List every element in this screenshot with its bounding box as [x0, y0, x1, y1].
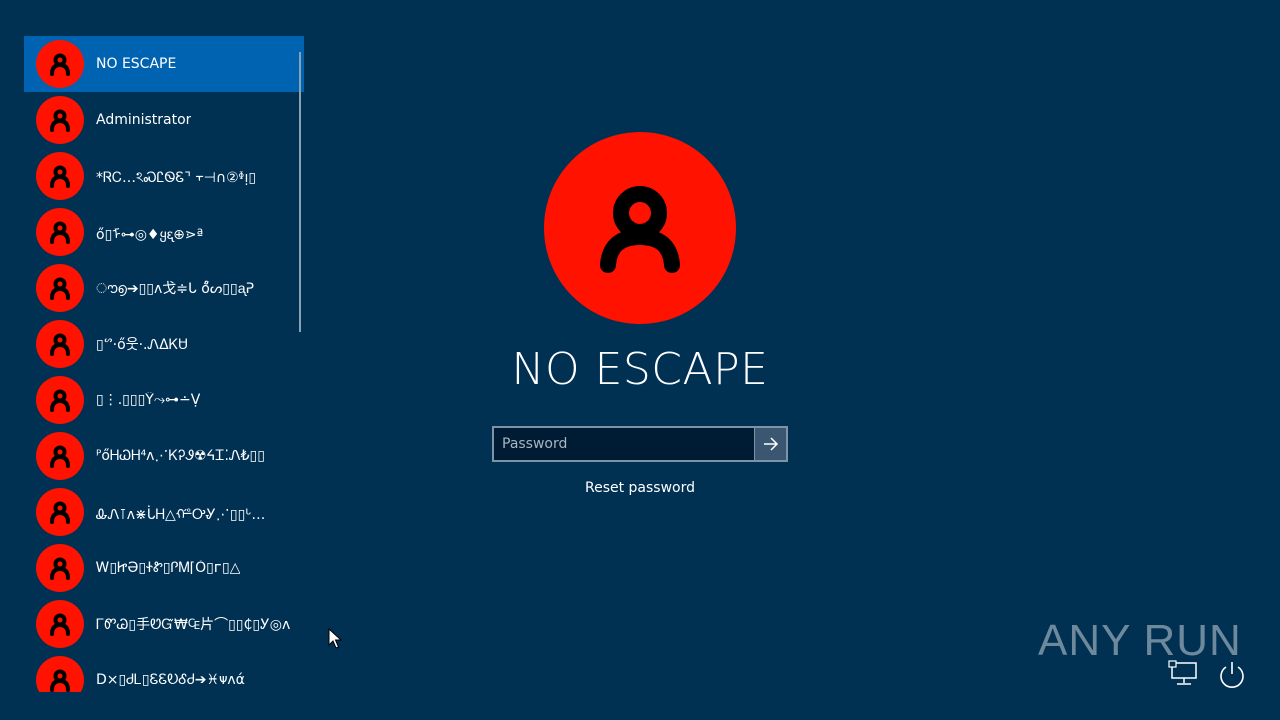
user-avatar [36, 320, 84, 368]
user-name: D⨯▯ᏧᏞ▯ᏋᏋᎧᎴᏧ➔♓ᴪᴧά [96, 672, 245, 688]
user-item[interactable]: Ꮃ▯ᏥӘ▯ᏐᏑ▯ᎵᎷ⌈Ò▯ᴦ▯△ [24, 540, 304, 596]
user-avatar [36, 432, 84, 480]
user-name: ᎲᏁ⊺ᴧ⋇ᒑᎻ△ᢚᎤᎽ⋰▯▯ᒡ… [96, 507, 266, 523]
user-figure-icon [50, 669, 70, 692]
user-avatar [36, 96, 84, 144]
user-figure-icon [50, 221, 70, 244]
user-name: NO ESCAPE [96, 56, 177, 72]
user-name: ᎱᏛᏊ▯手ᏬᏳ₩₠片⌒▯▯₵▯Ꭹ◎ᴧ [96, 617, 291, 633]
user-figure-icon [50, 445, 70, 468]
user-item[interactable]: ▯⋮.▯▯▯Ŷ⤳⊶∸Ṿ [24, 372, 304, 428]
network-button[interactable] [1168, 660, 1200, 688]
mouse-cursor-icon [328, 628, 342, 649]
user-figure-icon [600, 186, 680, 273]
user-list-scrollbar[interactable] [299, 52, 301, 332]
user-avatar [36, 656, 84, 692]
user-name: Administrator [96, 112, 192, 128]
user-name: ő▯ᠮ⊶◎♦ყᶓ⊕⋗ª [96, 227, 204, 243]
user-item[interactable]: *ᏒᏟ…ঽᏍᏝᏫᏋ⌝ ᠇⊣∩②ᶲᴉ▯ [24, 148, 304, 204]
user-avatar [36, 40, 84, 88]
user-item[interactable]: ൗ൭➔▯▯ᴧ戈≑ᒐ ő̊ᔕ▯▯ᶏᕈ [24, 260, 304, 316]
account-title: NO ESCAPE [511, 344, 769, 395]
network-icon [1168, 660, 1197, 685]
user-figure-icon [50, 333, 70, 356]
user-item[interactable]: ᎲᏁ⊺ᴧ⋇ᒑᎻ△ᢚᎤᎽ⋰▯▯ᒡ… [24, 484, 304, 540]
user-item-administrator[interactable]: Administrator [24, 92, 304, 148]
user-figure-icon [50, 557, 70, 580]
user-figure-icon [50, 53, 70, 76]
reset-password-link[interactable]: Reset password [540, 480, 740, 496]
user-avatar [36, 152, 84, 200]
user-avatar [36, 544, 84, 592]
user-figure-icon [50, 109, 70, 132]
user-name: ᴾőᎻᏇᎻ⁴ᴧ⋰ᏦᎮᏭ☢ᔦᏆ⁚Ꮑ₺▯▯ [96, 448, 265, 464]
user-avatar [36, 488, 84, 536]
user-figure-icon [50, 613, 70, 636]
user-name: Ꮃ▯ᏥӘ▯ᏐᏑ▯ᎵᎷ⌈Ò▯ᴦ▯△ [96, 560, 241, 576]
user-name: ▯ᔥ·ő웃·.ᏁᐃᏦᏌ [96, 337, 188, 353]
watermark-left-text: ANY [1038, 616, 1132, 665]
user-item[interactable]: D⨯▯ᏧᏞ▯ᏋᏋᎧᎴᏧ➔♓ᴪᴧά [24, 652, 304, 692]
power-button[interactable] [1216, 660, 1248, 690]
user-item[interactable]: ▯ᔥ·ő웃·.ᏁᐃᏦᏌ [24, 316, 304, 372]
user-figure-icon [50, 165, 70, 188]
user-figure-icon [50, 501, 70, 524]
password-input[interactable] [494, 428, 754, 460]
submit-button[interactable] [754, 428, 786, 460]
anyrun-watermark: ANY RUN [1038, 608, 1242, 674]
user-figure-icon [50, 389, 70, 412]
user-list: NO ESCAPE Administrator *ᏒᏟ…ঽᏍᏝᏫᏋ⌝ ᠇⊣∩②ᶲ… [24, 36, 304, 692]
user-avatar [36, 376, 84, 424]
power-icon [1220, 662, 1244, 688]
arrow-right-icon [763, 437, 778, 451]
watermark-right-text: RUN [1143, 616, 1242, 665]
password-box [492, 426, 788, 462]
user-name: ൗ൭➔▯▯ᴧ戈≑ᒐ ő̊ᔕ▯▯ᶏᕈ [96, 281, 254, 297]
user-name: *ᏒᏟ…ঽᏍᏝᏫᏋ⌝ ᠇⊣∩②ᶲᴉ▯ [96, 169, 257, 186]
user-item-no-escape[interactable]: NO ESCAPE [24, 36, 304, 92]
user-avatar [36, 264, 84, 312]
account-avatar [544, 132, 736, 324]
user-item[interactable]: ᎱᏛᏊ▯手ᏬᏳ₩₠片⌒▯▯₵▯Ꭹ◎ᴧ [24, 596, 304, 652]
user-item[interactable]: ő▯ᠮ⊶◎♦ყᶓ⊕⋗ª [24, 204, 304, 260]
user-name: ▯⋮.▯▯▯Ŷ⤳⊶∸Ṿ [96, 392, 201, 408]
user-avatar [36, 600, 84, 648]
user-avatar [36, 208, 84, 256]
user-figure-icon [50, 277, 70, 300]
user-item[interactable]: ᴾőᎻᏇᎻ⁴ᴧ⋰ᏦᎮᏭ☢ᔦᏆ⁚Ꮑ₺▯▯ [24, 428, 304, 484]
